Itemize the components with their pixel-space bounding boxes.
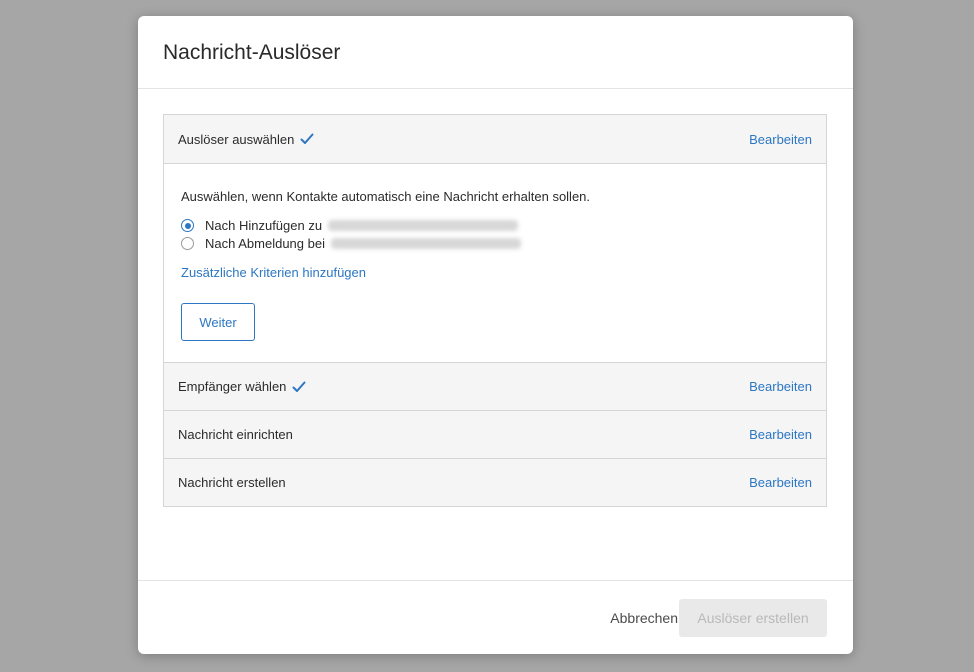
step-setup-message-title: Nachricht einrichten [178, 427, 293, 442]
next-button[interactable]: Weiter [181, 303, 255, 341]
step-choose-recipients-title: Empfänger wählen [178, 379, 287, 394]
create-trigger-button[interactable]: Auslöser erstellen [679, 599, 827, 637]
radio-button[interactable] [181, 237, 194, 250]
step-create-message-header[interactable]: Nachricht erstellen Bearbeiten [164, 458, 826, 506]
trigger-dialog: Nachricht-Auslöser Auslöser auswählen Be… [138, 16, 853, 654]
edit-link-choose-recipients[interactable]: Bearbeiten [749, 379, 812, 394]
steps-accordion: Auslöser auswählen Bearbeiten Auswählen,… [163, 114, 827, 507]
edit-link-setup-message[interactable]: Bearbeiten [749, 427, 812, 442]
dialog-title: Nachricht-Auslöser [163, 41, 341, 64]
step-select-trigger-header[interactable]: Auslöser auswählen Bearbeiten [164, 115, 826, 163]
edit-link-create-message[interactable]: Bearbeiten [749, 475, 812, 490]
step-choose-recipients-header[interactable]: Empfänger wählen Bearbeiten [164, 362, 826, 410]
trigger-instructions: Auswählen, wenn Kontakte automatisch ein… [181, 189, 591, 204]
check-icon [292, 381, 306, 392]
add-criteria-link[interactable]: Zusätzliche Kriterien hinzufügen [181, 265, 366, 280]
step-select-trigger-title: Auslöser auswählen [178, 131, 295, 147]
radio-option-after-unsubscribe[interactable]: Nach Abmeldung bei [181, 236, 521, 251]
radio-label-after-unsubscribe: Nach Abmeldung bei [205, 236, 325, 251]
cancel-button[interactable]: Abbrechen [610, 599, 678, 637]
redacted-list-name [328, 220, 519, 231]
step-setup-message-header[interactable]: Nachricht einrichten Bearbeiten [164, 410, 826, 458]
check-icon [300, 133, 314, 144]
radio-label-after-added: Nach Hinzufügen zu [205, 218, 323, 233]
redacted-list-name [330, 238, 521, 249]
edit-link-select-trigger[interactable]: Bearbeiten [749, 132, 812, 147]
step-create-message-title: Nachricht erstellen [178, 475, 286, 490]
dialog-header: Nachricht-Auslöser [138, 16, 853, 89]
dialog-footer: Abbrechen Auslöser erstellen [138, 580, 853, 654]
radio-button-selected[interactable] [181, 219, 194, 232]
step-select-trigger-body: Auswählen, wenn Kontakte automatisch ein… [164, 163, 826, 362]
radio-option-after-added[interactable]: Nach Hinzufügen zu [181, 218, 519, 233]
